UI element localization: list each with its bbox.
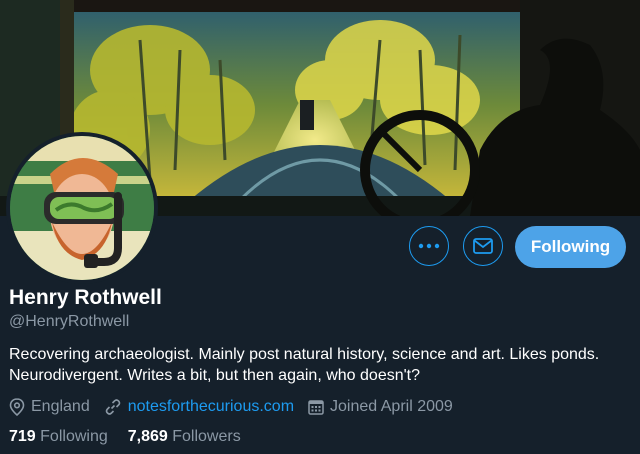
profile-joined: Joined April 2009 [308,398,453,416]
more-icon [418,243,440,249]
following-count: 719 [9,428,36,445]
profile-handle: @HenryRothwell [9,313,130,330]
following-label: Following [40,428,108,445]
profile-meta: England notesforthecurious.com Joined Ap… [9,397,467,417]
followers-count: 7,869 [127,428,168,445]
location-pin-icon [9,398,25,416]
profile-name: Henry Rothwell [9,286,162,309]
more-options-button[interactable] [409,226,449,266]
calendar-icon [308,400,324,415]
profile-avatar[interactable] [6,132,158,284]
profile-website[interactable]: notesforthecurious.com [104,398,294,416]
profile-stats: 719 Following 7,869 Followers [9,428,261,446]
following-button[interactable]: Following [515,226,626,268]
envelope-icon [473,238,493,254]
avatar-image [10,136,154,280]
followers-stat[interactable]: 7,869 Followers [128,428,241,446]
location-text: England [31,398,90,415]
link-icon [105,399,121,415]
profile-bio: Recovering archaeologist. Mainly post na… [9,346,600,384]
message-button[interactable] [463,226,503,266]
followers-label: Followers [172,428,241,445]
joined-text: Joined April 2009 [330,398,453,415]
website-link[interactable]: notesforthecurious.com [128,398,294,416]
following-stat[interactable]: 719 Following [9,428,108,446]
profile-location: England [9,398,90,416]
